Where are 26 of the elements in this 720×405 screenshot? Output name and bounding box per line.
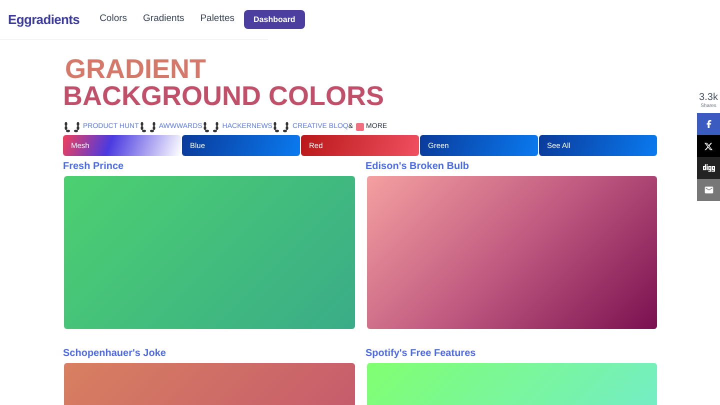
gradient-swatch[interactable] bbox=[366, 176, 657, 329]
logo[interactable]: Eggradients bbox=[8, 10, 80, 30]
email-button[interactable] bbox=[697, 179, 720, 201]
laurel-icon bbox=[138, 121, 157, 133]
gradient-title[interactable]: Fresh Prince bbox=[63, 159, 354, 174]
gradient-swatch[interactable] bbox=[64, 176, 354, 329]
email-icon bbox=[704, 185, 714, 195]
nav-link[interactable]: Colors bbox=[92, 12, 136, 27]
gradient-title[interactable]: Schopenhauer's Joke bbox=[63, 346, 354, 361]
share-count: 3.3k bbox=[699, 92, 718, 103]
facebook-button[interactable] bbox=[697, 113, 720, 135]
hero-title-line: BACKGROUND COLORS bbox=[63, 83, 385, 110]
laurel-icon bbox=[63, 121, 81, 133]
facebook-icon bbox=[704, 120, 712, 128]
laurel-icon bbox=[272, 121, 290, 133]
dashboard-button[interactable]: Dashboard bbox=[244, 10, 306, 29]
x-icon bbox=[704, 142, 713, 150]
nav-link[interactable]: Palettes bbox=[192, 12, 243, 27]
hero-title-line: GRADIENT bbox=[64, 56, 207, 83]
x-button[interactable] bbox=[697, 135, 720, 157]
gradient-title[interactable]: Edison's Broken Bulb bbox=[366, 159, 657, 174]
digg-button[interactable] bbox=[697, 157, 720, 179]
laurel-icon bbox=[202, 121, 220, 133]
digg-icon bbox=[702, 162, 714, 174]
gradient-title[interactable]: Spotify's Free Features bbox=[366, 346, 657, 361]
nav-link[interactable]: Gradients bbox=[135, 12, 192, 27]
